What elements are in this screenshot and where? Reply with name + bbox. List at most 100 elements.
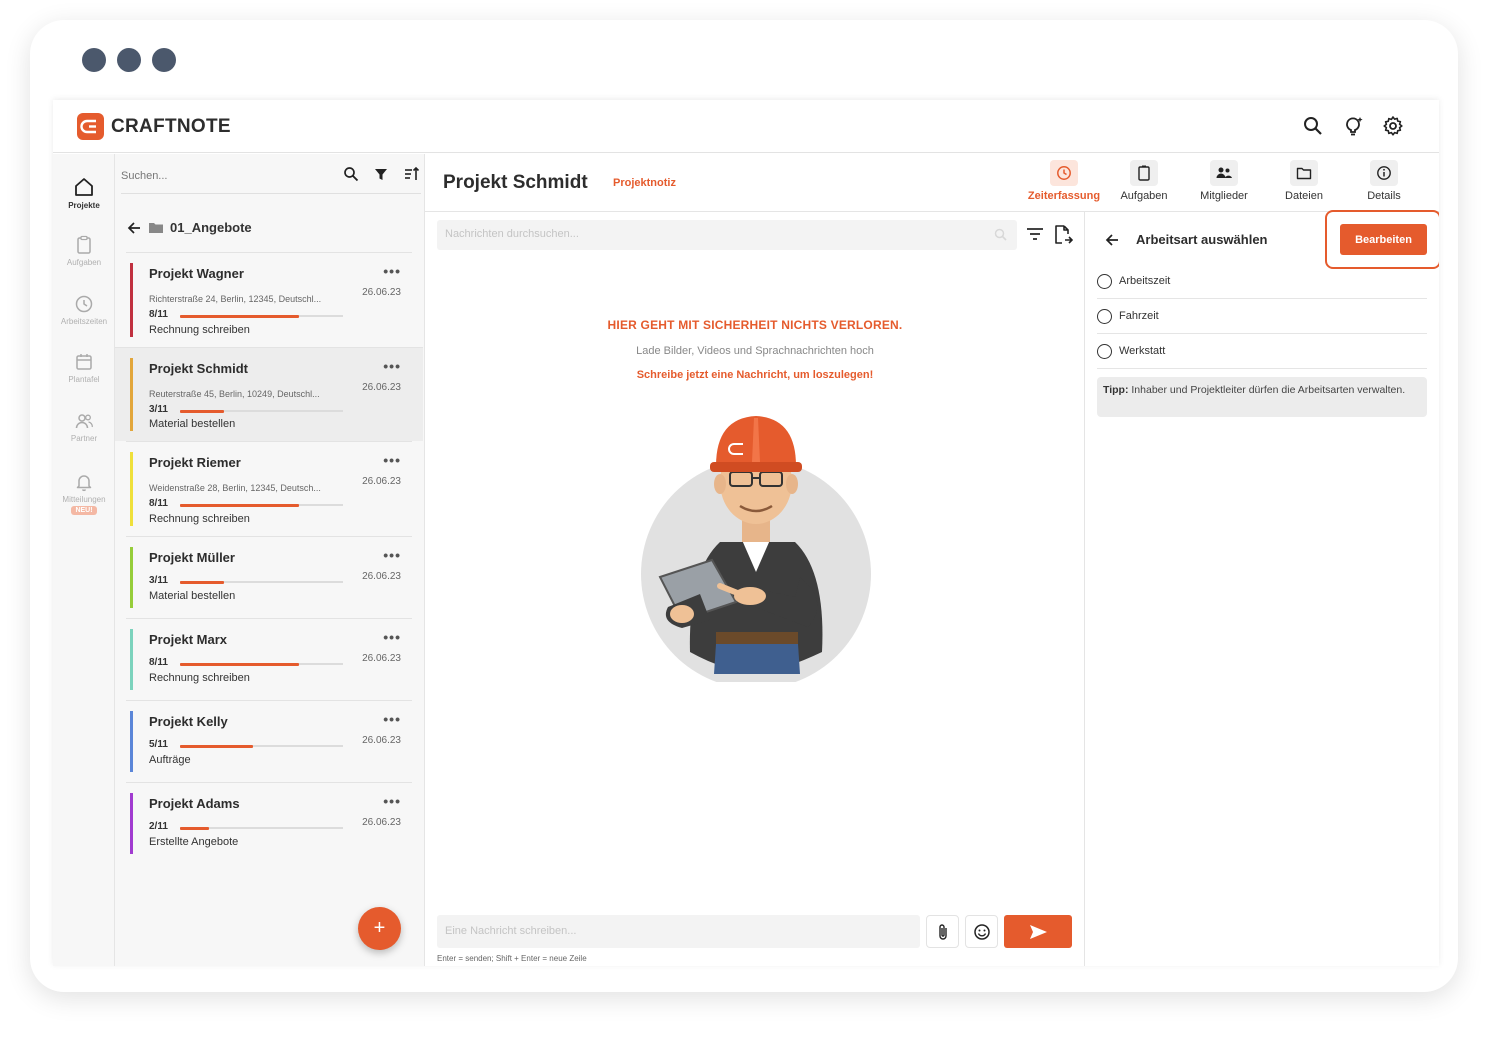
more-options-icon[interactable]: •••: [383, 793, 401, 809]
filter-lines-icon[interactable]: [1025, 224, 1045, 244]
nav-partner[interactable]: Partner: [53, 411, 115, 443]
project-card[interactable]: Projekt Riemer ••• Weidenstraße 28, Berl…: [126, 441, 412, 536]
more-options-icon[interactable]: •••: [383, 547, 401, 563]
craftsman-illustration: [641, 416, 871, 682]
progress-fill: [180, 826, 210, 830]
nav-label: Plantafel: [68, 375, 100, 384]
gear-icon[interactable]: [1381, 114, 1405, 138]
message-search-input[interactable]: [445, 228, 965, 240]
project-name: Projekt Kelly: [149, 714, 228, 729]
panel-header: Arbeitsart auswählen: [1105, 232, 1268, 247]
option-arbeitszeit[interactable]: Arbeitszeit: [1097, 264, 1427, 299]
attach-button[interactable]: [926, 915, 959, 948]
window-controls: [82, 48, 176, 72]
folder-breadcrumb[interactable]: 01_Angebote: [127, 220, 252, 235]
message-input[interactable]: [445, 925, 905, 937]
edit-button[interactable]: Bearbeiten: [1340, 224, 1427, 255]
radio-button[interactable]: [1097, 343, 1112, 359]
tab-label: Aufgaben: [1120, 190, 1168, 202]
members-icon: [1210, 160, 1238, 186]
sort-icon[interactable]: [403, 166, 421, 182]
option-label: Werkstatt: [1119, 345, 1166, 357]
tab-mitglieder[interactable]: Mitglieder: [1184, 160, 1264, 202]
project-card[interactable]: Projekt Kelly ••• 26.06.23 5/11 Aufträge: [126, 700, 412, 782]
nav-arbeitszeiten[interactable]: Arbeitszeiten: [53, 294, 115, 326]
arrow-left-icon[interactable]: [1105, 233, 1120, 247]
task-count: 3/11: [149, 575, 168, 586]
more-options-icon[interactable]: •••: [383, 711, 401, 727]
send-button[interactable]: [1004, 915, 1072, 948]
project-status: Rechnung schreiben: [149, 324, 250, 336]
progress-track: [180, 503, 343, 507]
radio-button[interactable]: [1097, 273, 1112, 289]
tip-label: Tipp:: [1103, 384, 1129, 396]
panel-title: Arbeitsart auswählen: [1136, 232, 1268, 247]
window-dot-minimize[interactable]: [117, 48, 141, 72]
project-search-row: [121, 164, 421, 194]
project-search-input[interactable]: [121, 170, 311, 182]
lightbulb-icon[interactable]: [1341, 114, 1365, 138]
page-title: Projekt Schmidt: [443, 172, 588, 193]
project-card[interactable]: Projekt Marx ••• 26.06.23 8/11 Rechnung …: [126, 618, 412, 700]
more-options-icon[interactable]: •••: [383, 263, 401, 279]
project-status: Material bestellen: [149, 418, 236, 430]
window-dot-maximize[interactable]: [152, 48, 176, 72]
nav-projekte[interactable]: Projekte: [53, 176, 115, 210]
project-address: Reuterstraße 45, Berlin, 10249, Deutschl…: [149, 389, 320, 399]
more-options-icon[interactable]: •••: [383, 629, 401, 645]
project-card[interactable]: Projekt Wagner ••• Richterstraße 24, Ber…: [126, 252, 412, 347]
nav-aufgaben[interactable]: Aufgaben: [53, 235, 115, 267]
search-icon[interactable]: [994, 228, 1007, 241]
app-window: CRAFTNOTE Projekte Aufgaben Arbeitszeite…: [53, 100, 1439, 966]
project-note-link[interactable]: Projektnotiz: [613, 177, 676, 189]
emoji-button[interactable]: [965, 915, 998, 948]
project-name: Projekt Wagner: [149, 266, 244, 281]
search-icon[interactable]: [343, 166, 359, 182]
search-icon[interactable]: [1301, 114, 1325, 138]
nav-mitteilungen[interactable]: Mitteilungen NEU!: [53, 472, 115, 515]
option-werkstatt[interactable]: Werkstatt: [1097, 334, 1427, 369]
export-file-icon[interactable]: [1053, 224, 1073, 246]
project-header: Projekt Schmidt Projektnotiz Zeiterfassu…: [425, 154, 1439, 212]
radio-button[interactable]: [1097, 308, 1112, 324]
project-card-selected[interactable]: Projekt Schmidt ••• Reuterstraße 45, Ber…: [115, 347, 423, 441]
empty-state-cta: Schreibe jetzt eine Nachricht, um loszul…: [636, 369, 874, 381]
tab-details[interactable]: Details: [1344, 160, 1424, 202]
tab-dateien[interactable]: Dateien: [1264, 160, 1344, 202]
add-project-button[interactable]: +: [358, 907, 401, 950]
project-list: Projekt Wagner ••• Richterstraße 24, Ber…: [115, 252, 423, 864]
project-date: 26.06.23: [362, 382, 401, 393]
more-options-icon[interactable]: •••: [383, 358, 401, 374]
clock-icon: [75, 295, 93, 313]
nav-label: Projekte: [68, 201, 100, 210]
bell-icon: [76, 475, 92, 492]
nav-plantafel[interactable]: Plantafel: [53, 352, 115, 384]
project-address: Weidenstraße 28, Berlin, 12345, Deutsch.…: [149, 483, 321, 493]
nav-rail: Projekte Aufgaben Arbeitszeiten Plantafe…: [53, 154, 115, 966]
progress-fill: [180, 503, 299, 507]
tab-aufgaben[interactable]: Aufgaben: [1104, 160, 1184, 202]
project-status: Aufträge: [149, 754, 191, 766]
task-count: 8/11: [149, 657, 168, 668]
project-date: 26.06.23: [362, 476, 401, 487]
project-color-bar: [130, 711, 133, 772]
project-color-bar: [130, 263, 133, 337]
project-date: 26.06.23: [362, 571, 401, 582]
window-dot-close[interactable]: [82, 48, 106, 72]
folder-name: 01_Angebote: [170, 220, 252, 235]
project-color-bar: [130, 547, 133, 608]
project-list-panel: 01_Angebote Projekt Wagner ••• Richterst…: [115, 154, 425, 966]
filter-icon[interactable]: [373, 166, 389, 182]
project-card[interactable]: Projekt Adams ••• 26.06.23 2/11 Erstellt…: [126, 782, 412, 864]
logo[interactable]: CRAFTNOTE: [77, 113, 231, 140]
tab-zeiterfassung[interactable]: Zeiterfassung: [1024, 160, 1104, 202]
progress-track: [180, 744, 343, 748]
work-type-options: Arbeitszeit Fahrzeit Werkstatt: [1097, 264, 1427, 369]
arrow-left-icon[interactable]: [127, 221, 142, 235]
option-label: Arbeitszeit: [1119, 275, 1171, 287]
more-options-icon[interactable]: •••: [383, 452, 401, 468]
option-fahrzeit[interactable]: Fahrzeit: [1097, 299, 1427, 334]
progress-fill: [180, 409, 224, 413]
empty-state-subtitle: Lade Bilder, Videos und Sprachnachrichte…: [636, 345, 874, 357]
project-card[interactable]: Projekt Müller ••• 26.06.23 3/11 Materia…: [126, 536, 412, 618]
